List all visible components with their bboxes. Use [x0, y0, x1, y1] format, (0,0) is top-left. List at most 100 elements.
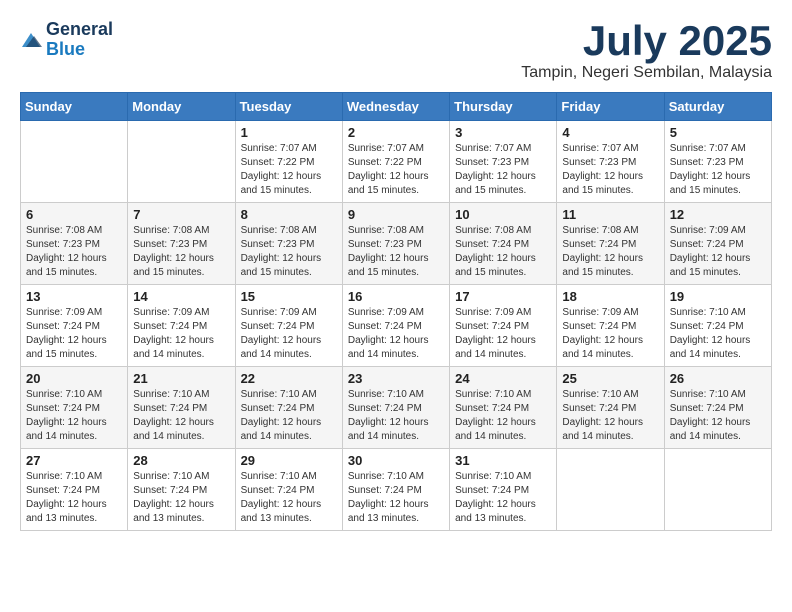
- day-number: 29: [241, 453, 337, 468]
- day-number: 30: [348, 453, 444, 468]
- calendar-cell: 1Sunrise: 7:07 AM Sunset: 7:22 PM Daylig…: [235, 121, 342, 203]
- calendar-cell: 22 Sunrise: 7:10 AM Sunset: 7:24 PM Dayli…: [235, 367, 342, 449]
- day-info: Sunrise: 7:09 AM Sunset: 7:24 PM Dayligh…: [348, 306, 444, 362]
- calendar-cell: 10 Sunrise: 7:08 AM Sunset: 7:24 PM Dayli…: [450, 203, 557, 285]
- day-number: 2: [348, 125, 444, 140]
- calendar-header-wednesday: Wednesday: [342, 93, 449, 121]
- day-info: Sunrise: 7:09 AM Sunset: 7:24 PM Dayligh…: [241, 306, 337, 362]
- calendar-cell: 14 Sunrise: 7:09 AM Sunset: 7:24 PM Dayli…: [128, 285, 235, 367]
- day-number: 21: [133, 371, 229, 386]
- day-number: 15: [241, 289, 337, 304]
- calendar-cell: 19 Sunrise: 7:10 AM Sunset: 7:24 PM Dayli…: [664, 285, 771, 367]
- calendar-header-thursday: Thursday: [450, 93, 557, 121]
- calendar-cell: 9 Sunrise: 7:08 AM Sunset: 7:23 PM Daylig…: [342, 203, 449, 285]
- day-info: Sunrise: 7:09 AM Sunset: 7:24 PM Dayligh…: [670, 224, 766, 280]
- day-number: 14: [133, 289, 229, 304]
- title-section: July 2025 Tampin, Negeri Sembilan, Malay…: [521, 20, 772, 82]
- day-number: 25: [562, 371, 658, 386]
- calendar-cell: [664, 449, 771, 531]
- day-number: 24: [455, 371, 551, 386]
- calendar-cell: 6Sunrise: 7:08 AM Sunset: 7:23 PM Daylig…: [21, 203, 128, 285]
- calendar-cell: [557, 449, 664, 531]
- day-info: Sunrise: 7:10 AM Sunset: 7:24 PM Dayligh…: [348, 470, 444, 526]
- calendar-header-row: SundayMondayTuesdayWednesdayThursdayFrid…: [21, 93, 772, 121]
- day-number: 1: [241, 125, 337, 140]
- calendar-header-friday: Friday: [557, 93, 664, 121]
- calendar-cell: 25 Sunrise: 7:10 AM Sunset: 7:24 PM Dayli…: [557, 367, 664, 449]
- day-number: 8: [241, 207, 337, 222]
- day-number: 31: [455, 453, 551, 468]
- day-info: Sunrise: 7:07 AM Sunset: 7:23 PM Dayligh…: [562, 142, 658, 198]
- day-number: 20: [26, 371, 122, 386]
- calendar-week-row: 1 Sunrise: 7:07 AM Sunset: 7:22 PM Daylig…: [21, 121, 772, 203]
- day-info: Sunrise: 7:10 AM Sunset: 7:24 PM Dayligh…: [241, 470, 337, 526]
- day-number: 17: [455, 289, 551, 304]
- day-info: Sunrise: 7:10 AM Sunset: 7:24 PM Dayligh…: [455, 470, 551, 526]
- day-number: 9: [348, 207, 444, 222]
- day-info: Sunrise: 7:08 AM Sunset: 7:23 PM Dayligh…: [133, 224, 229, 280]
- day-number: 23: [348, 371, 444, 386]
- calendar-cell: 23Sunrise: 7:10 AM Sunset: 7:24 PM Dayli…: [342, 367, 449, 449]
- calendar-cell: 4 Sunrise: 7:07 AM Sunset: 7:23 PM Daylig…: [557, 121, 664, 203]
- day-info: Sunrise: 7:09 AM Sunset: 7:24 PM Dayligh…: [455, 306, 551, 362]
- calendar-cell: 30 Sunrise: 7:10 AM Sunset: 7:24 PM Dayli…: [342, 449, 449, 531]
- day-info: Sunrise: 7:10 AM Sunset: 7:24 PM Dayligh…: [670, 306, 766, 362]
- calendar-cell: 7 Sunrise: 7:08 AM Sunset: 7:23 PM Daylig…: [128, 203, 235, 285]
- calendar-cell: 5Sunrise: 7:07 AM Sunset: 7:23 PM Daylig…: [664, 121, 771, 203]
- calendar-cell: 3 Sunrise: 7:07 AM Sunset: 7:23 PM Daylig…: [450, 121, 557, 203]
- day-info: Sunrise: 7:09 AM Sunset: 7:24 PM Dayligh…: [133, 306, 229, 362]
- calendar-header-tuesday: Tuesday: [235, 93, 342, 121]
- day-number: 19: [670, 289, 766, 304]
- day-number: 7: [133, 207, 229, 222]
- day-info: Sunrise: 7:08 AM Sunset: 7:23 PM Dayligh…: [348, 224, 444, 280]
- day-number: 16: [348, 289, 444, 304]
- day-info: Sunrise: 7:10 AM Sunset: 7:24 PM Dayligh…: [26, 470, 122, 526]
- day-number: 18: [562, 289, 658, 304]
- day-number: 22: [241, 371, 337, 386]
- calendar-cell: 24 Sunrise: 7:10 AM Sunset: 7:24 PM Dayli…: [450, 367, 557, 449]
- calendar-cell: 29 Sunrise: 7:10 AM Sunset: 7:24 PM Dayli…: [235, 449, 342, 531]
- day-number: 13: [26, 289, 122, 304]
- calendar-cell: 8 Sunrise: 7:08 AM Sunset: 7:23 PM Daylig…: [235, 203, 342, 285]
- day-info: Sunrise: 7:07 AM Sunset: 7:23 PM Dayligh…: [455, 142, 551, 198]
- day-number: 3: [455, 125, 551, 140]
- location-subtitle: Tampin, Negeri Sembilan, Malaysia: [521, 64, 772, 82]
- day-info: Sunrise: 7:08 AM Sunset: 7:24 PM Dayligh…: [455, 224, 551, 280]
- day-number: 26: [670, 371, 766, 386]
- calendar-cell: 26 Sunrise: 7:10 AM Sunset: 7:24 PM Dayli…: [664, 367, 771, 449]
- calendar-week-row: 27 Sunrise: 7:10 AM Sunset: 7:24 PM Dayli…: [21, 449, 772, 531]
- day-number: 27: [26, 453, 122, 468]
- header: General Blue July 2025 Tampin, Negeri Se…: [20, 20, 772, 82]
- calendar-cell: 18 Sunrise: 7:09 AM Sunset: 7:24 PM Dayli…: [557, 285, 664, 367]
- calendar-cell: 11Sunrise: 7:08 AM Sunset: 7:24 PM Dayli…: [557, 203, 664, 285]
- day-info: Sunrise: 7:10 AM Sunset: 7:24 PM Dayligh…: [241, 388, 337, 444]
- month-year-title: July 2025: [521, 20, 772, 62]
- day-number: 4: [562, 125, 658, 140]
- calendar-header-sunday: Sunday: [21, 93, 128, 121]
- logo-text: General Blue: [46, 20, 113, 60]
- calendar-cell: 2 Sunrise: 7:07 AM Sunset: 7:22 PM Daylig…: [342, 121, 449, 203]
- day-number: 12: [670, 207, 766, 222]
- calendar-cell: 16 Sunrise: 7:09 AM Sunset: 7:24 PM Dayli…: [342, 285, 449, 367]
- calendar-week-row: 6 Sunrise: 7:08 AM Sunset: 7:23 PM Daylig…: [21, 203, 772, 285]
- day-number: 11: [562, 207, 658, 222]
- logo: General Blue: [20, 20, 113, 60]
- calendar-week-row: 20 Sunrise: 7:10 AM Sunset: 7:24 PM Dayli…: [21, 367, 772, 449]
- calendar-cell: [21, 121, 128, 203]
- day-number: 5: [670, 125, 766, 140]
- day-info: Sunrise: 7:08 AM Sunset: 7:23 PM Dayligh…: [241, 224, 337, 280]
- day-info: Sunrise: 7:10 AM Sunset: 7:24 PM Dayligh…: [562, 388, 658, 444]
- calendar-header-monday: Monday: [128, 93, 235, 121]
- day-number: 10: [455, 207, 551, 222]
- logo-general: General: [46, 20, 113, 40]
- day-info: Sunrise: 7:10 AM Sunset: 7:24 PM Dayligh…: [455, 388, 551, 444]
- calendar-table: SundayMondayTuesdayWednesdayThursdayFrid…: [20, 92, 772, 531]
- day-info: Sunrise: 7:10 AM Sunset: 7:24 PM Dayligh…: [26, 388, 122, 444]
- day-info: Sunrise: 7:10 AM Sunset: 7:24 PM Dayligh…: [670, 388, 766, 444]
- day-info: Sunrise: 7:09 AM Sunset: 7:24 PM Dayligh…: [562, 306, 658, 362]
- day-info: Sunrise: 7:09 AM Sunset: 7:24 PM Dayligh…: [26, 306, 122, 362]
- calendar-cell: 27 Sunrise: 7:10 AM Sunset: 7:24 PM Dayli…: [21, 449, 128, 531]
- calendar-cell: 21Sunrise: 7:10 AM Sunset: 7:24 PM Dayli…: [128, 367, 235, 449]
- day-number: 6: [26, 207, 122, 222]
- day-info: Sunrise: 7:07 AM Sunset: 7:22 PM Dayligh…: [348, 142, 444, 198]
